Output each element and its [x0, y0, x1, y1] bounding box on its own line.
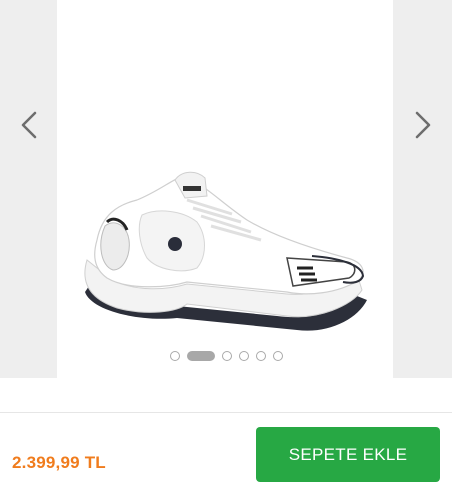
sneaker-image — [84, 171, 367, 331]
carousel-dot[interactable] — [255, 351, 266, 361]
product-price: 2.399,99 TL — [12, 453, 106, 472]
add-to-cart-button[interactable]: SEPETE EKLE — [256, 427, 440, 482]
carousel-dot[interactable] — [169, 351, 180, 361]
carousel-dot[interactable] — [238, 351, 249, 361]
carousel-dot-active[interactable] — [186, 351, 215, 361]
carousel-dot[interactable] — [221, 351, 232, 361]
carousel-dot[interactable] — [272, 351, 283, 361]
previous-image-button[interactable] — [9, 105, 49, 145]
chevron-right-icon — [415, 111, 431, 139]
chevron-left-icon — [21, 111, 37, 139]
carousel-pagination — [0, 350, 452, 362]
product-image[interactable] — [57, 0, 393, 378]
product-image-gallery[interactable] — [0, 0, 452, 378]
next-image-button[interactable] — [403, 105, 443, 145]
